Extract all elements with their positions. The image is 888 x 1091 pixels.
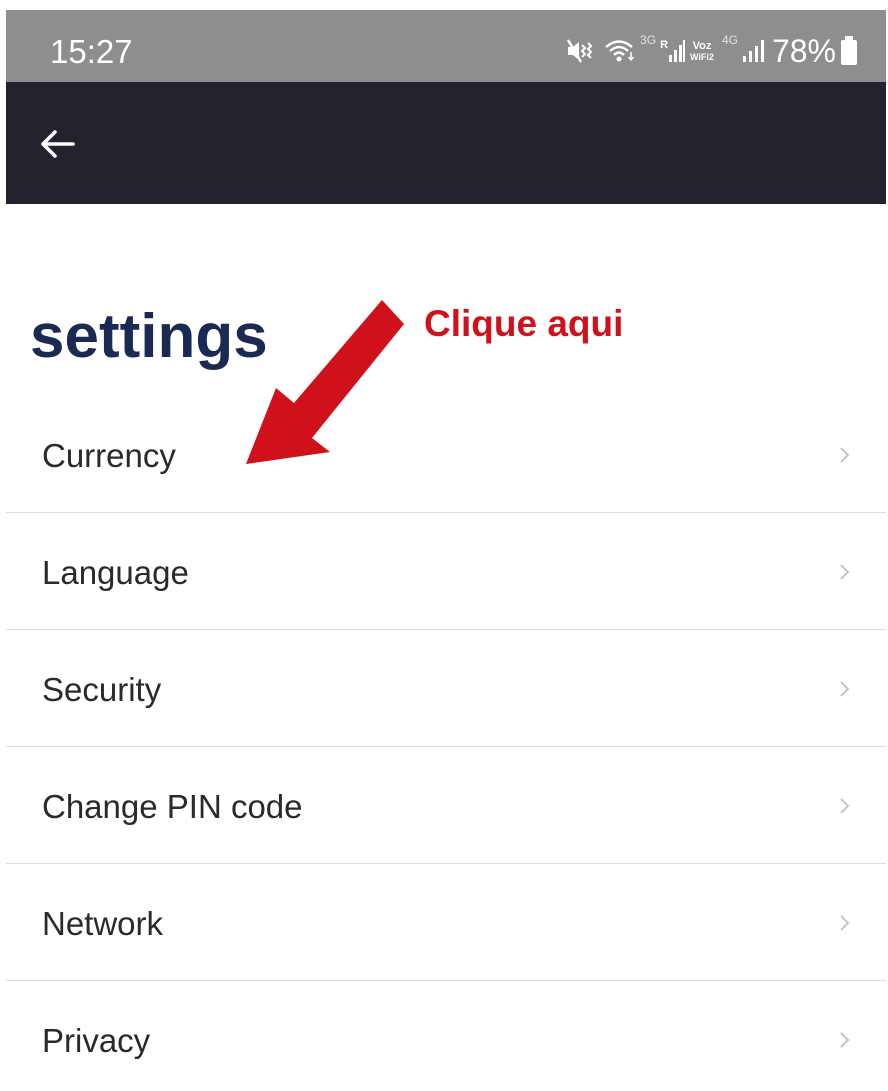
annotation-text: Clique aqui	[424, 303, 624, 344]
signal-icon	[742, 39, 766, 63]
status-icons: 3G R Voz WiFi2 4G 78%	[566, 28, 858, 74]
settings-list: Currency Language Security Change PIN co…	[6, 396, 886, 1091]
wifi-icon	[604, 38, 636, 64]
chevron-right-icon	[840, 798, 850, 814]
settings-item-currency[interactable]: Currency	[6, 396, 886, 513]
settings-item-label: Privacy	[42, 1022, 151, 1059]
network-4g-label: 4G	[721, 33, 738, 47]
roaming-label: R	[660, 39, 669, 51]
mute-vibrate-icon	[566, 38, 596, 64]
battery-percentage: 78%	[771, 33, 836, 69]
status-time: 15:27	[50, 33, 133, 70]
chevron-right-icon	[840, 1032, 850, 1048]
arrow-left-icon	[41, 130, 75, 158]
battery-icon	[840, 36, 858, 66]
voz-label: Voz	[692, 40, 712, 52]
page-title: settings	[30, 302, 268, 371]
roaming-signal-icon: R	[660, 39, 686, 63]
chevron-right-icon	[840, 447, 850, 463]
status-bar: 15:27 3G R Voz WiFi2 4G 78%	[6, 10, 886, 82]
settings-item-label: Security	[42, 671, 162, 708]
chevron-right-icon	[840, 681, 850, 697]
settings-item-language[interactable]: Language	[6, 513, 886, 630]
settings-item-label: Change PIN code	[42, 788, 303, 825]
wifi2-label: WiFi2	[690, 52, 714, 62]
voz-wifi-label: Voz WiFi2	[690, 40, 714, 62]
settings-item-label: Currency	[42, 437, 176, 474]
settings-item-label: Network	[42, 905, 164, 942]
phone-screen: 15:27 3G R Voz WiFi2 4G 78% settings Cli…	[6, 10, 886, 1091]
app-bar	[6, 82, 886, 204]
settings-item-network[interactable]: Network	[6, 864, 886, 981]
settings-item-label: Language	[42, 554, 189, 591]
chevron-right-icon	[840, 915, 850, 931]
chevron-right-icon	[840, 564, 850, 580]
settings-item-privacy[interactable]: Privacy	[6, 981, 886, 1091]
settings-item-security[interactable]: Security	[6, 630, 886, 747]
network-3g-label: 3G	[640, 33, 657, 47]
settings-item-change-pin[interactable]: Change PIN code	[6, 747, 886, 864]
back-button[interactable]	[36, 122, 80, 166]
